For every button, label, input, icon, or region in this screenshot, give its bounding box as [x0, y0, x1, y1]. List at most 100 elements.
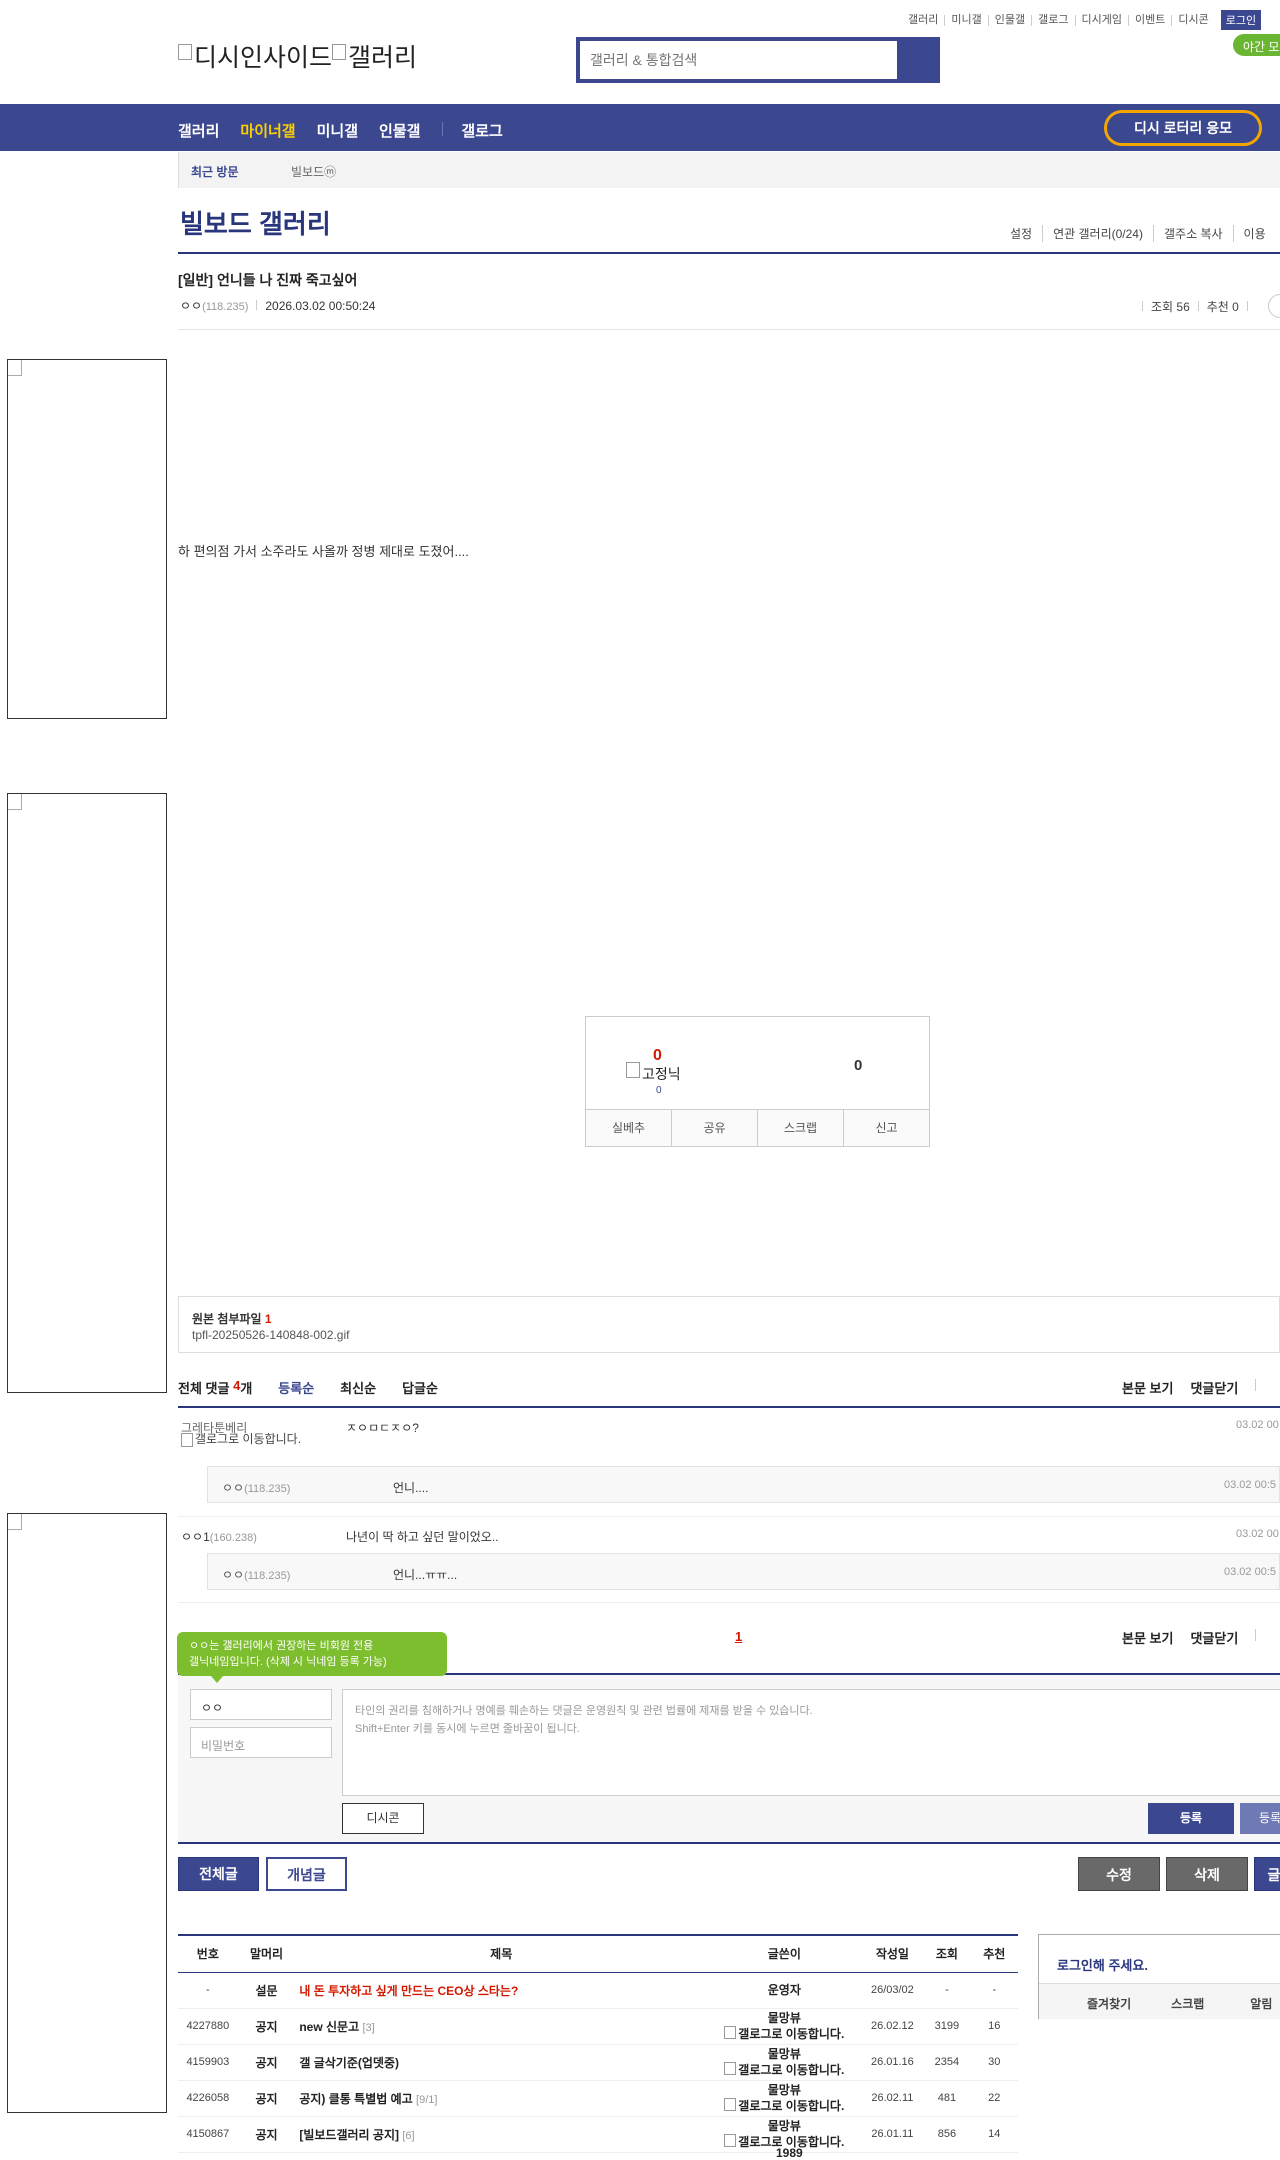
- recent-gallery-link[interactable]: 빌보드ⓜ: [291, 163, 336, 180]
- tab-concept-posts[interactable]: 개념글: [266, 1857, 347, 1891]
- side-ad-3[interactable]: [7, 1513, 167, 2113]
- gallery-usage[interactable]: 이용: [1232, 225, 1276, 242]
- dccon-button[interactable]: 디시콘: [342, 1803, 424, 1834]
- notice-link[interactable]: 알림: [1204, 1984, 1272, 2019]
- reply-nick: ㅇㅇ(118.235): [222, 1481, 291, 1495]
- row-writer[interactable]: 물망뷰 갤로그로 이동합니다.: [707, 2008, 862, 2045]
- copy-address[interactable]: 갤주소 복사: [1152, 225, 1233, 242]
- delete-button[interactable]: 삭제: [1166, 1857, 1248, 1891]
- best-recommend-button[interactable]: 실베추: [586, 1110, 671, 1146]
- write-button[interactable]: 글: [1254, 1857, 1280, 1891]
- util-gallery[interactable]: 갤러리: [902, 14, 944, 26]
- table-row[interactable]: 4226058 공지 공지) 클통 특별법 예고 [9/1] 물망뷰 갤로그로 이동합니…: [178, 2080, 1018, 2117]
- reply-item: ㅇㅇ(118.235) 언니.... 03.02 00:5: [207, 1466, 1280, 1503]
- row-title[interactable]: 갤 글삭기준(업뎃중): [295, 2044, 708, 2081]
- view-body-button[interactable]: 본문 보기: [1122, 1378, 1173, 1397]
- broken-image-icon: [181, 1433, 193, 1447]
- search-input[interactable]: [580, 41, 897, 79]
- close-comments-button[interactable]: 댓글닫기: [1190, 1378, 1238, 1397]
- scrap-button[interactable]: 스크랩: [757, 1110, 843, 1146]
- row-title[interactable]: 내 돈 투자하고 싶게 만드는 CEO상 스타는?: [295, 1972, 708, 2009]
- night-mode-toggle[interactable]: 야간 모: [1233, 34, 1280, 56]
- comment-page-1[interactable]: 1: [735, 1629, 742, 1644]
- submit-recommend-button[interactable]: 등록: [1240, 1803, 1280, 1834]
- util-game[interactable]: 디시게임: [1074, 14, 1128, 26]
- more-icon[interactable]: [1268, 294, 1280, 318]
- writer-nick[interactable]: ㅇㅇ: [180, 299, 202, 313]
- util-mini[interactable]: 미니갤: [944, 14, 987, 26]
- row-title[interactable]: 공지) 클통 특별법 예고 [9/1]: [295, 2080, 708, 2117]
- col-views: 조회: [923, 1934, 971, 1973]
- row-writer[interactable]: 물망뷰 갤로그로 이동합니다.: [707, 2080, 862, 2117]
- logo-gallery-alt: 갤러리: [348, 44, 418, 72]
- row-head: 공지: [237, 2008, 296, 2045]
- partial-writer: 1989: [776, 2146, 803, 2160]
- nav-mini[interactable]: 미니갤: [317, 120, 358, 141]
- recent-visit-label[interactable]: 최근 방문: [191, 163, 239, 180]
- view-body-button[interactable]: 본문 보기: [1122, 1628, 1173, 1647]
- password-field[interactable]: 비밀번호: [190, 1727, 332, 1758]
- util-person[interactable]: 인물갤: [987, 14, 1031, 26]
- util-dccon[interactable]: 디시콘: [1171, 14, 1214, 26]
- reply-text: 언니...ㅠㅠ...: [393, 1568, 458, 1582]
- side-ad-1[interactable]: [7, 359, 167, 719]
- util-gallog[interactable]: 갤로그: [1031, 14, 1074, 26]
- side-ad-2[interactable]: [7, 793, 167, 1393]
- login-prompt[interactable]: 로그인해 주세요.: [1057, 1955, 1148, 1974]
- sort-registered[interactable]: 등록순: [278, 1378, 314, 1397]
- gallery-title[interactable]: 빌보드 갤러리: [180, 204, 331, 241]
- login-button[interactable]: 로그인: [1220, 10, 1262, 30]
- row-recommend: 14: [970, 2116, 1018, 2153]
- reply-count: [9/1]: [416, 2093, 438, 2106]
- row-title[interactable]: [빌보드갤러리 공지] [6]: [295, 2116, 708, 2153]
- name-field[interactable]: ㅇㅇ: [190, 1689, 332, 1720]
- col-title: 제목: [295, 1934, 708, 1973]
- tab-all-posts[interactable]: 전체글: [178, 1857, 259, 1891]
- submit-button[interactable]: 등록: [1148, 1803, 1234, 1834]
- table-row[interactable]: 4227880 공지 new 신문고 [3] 물망뷰 갤로그로 이동합니다. 26.02.…: [178, 2008, 1018, 2045]
- close-comments-button[interactable]: 댓글닫기: [1190, 1628, 1238, 1647]
- gallog-link[interactable]: 갤로그로 이동합니다.: [707, 2025, 861, 2041]
- report-button[interactable]: 신고: [843, 1110, 929, 1146]
- row-writer[interactable]: 운영자: [707, 1972, 862, 2009]
- row-head: 공지: [237, 2080, 296, 2117]
- table-row[interactable]: 4150867 공지 [빌보드갤러리 공지] [6] 물망뷰 갤로그로 이동합니다. 26…: [178, 2116, 1018, 2153]
- scrap-link[interactable]: 스크랩: [1131, 1984, 1204, 2019]
- gallog-link[interactable]: 갤로그로 이동합니다.: [707, 2061, 861, 2077]
- comment-textarea[interactable]: 타인의 권리를 침해하거나 명예를 훼손하는 댓글은 운영원칙 및 관련 법률에…: [342, 1689, 1280, 1796]
- sort-latest[interactable]: 최신순: [340, 1378, 376, 1397]
- downvote-count[interactable]: 0: [854, 1057, 862, 1074]
- gallery-settings[interactable]: 설정: [1000, 225, 1042, 242]
- row-date: 26.02.12: [861, 2008, 924, 2045]
- util-event[interactable]: 이벤트: [1127, 14, 1171, 26]
- attachment-file[interactable]: tpfl-20250526-140848-002.gif: [192, 1328, 349, 1342]
- table-row[interactable]: 4159903 공지 갤 글삭기준(업뎃중) 물망뷰 갤로그로 이동합니다. 26.01…: [178, 2044, 1018, 2081]
- favorites-link[interactable]: 즐겨찾기: [1039, 1984, 1131, 2019]
- sort-replies[interactable]: 답글순: [402, 1378, 438, 1397]
- row-date: 26/03/02: [861, 1972, 924, 2009]
- nav-gallog[interactable]: 갤로그: [461, 120, 502, 141]
- upvote-count[interactable]: 0: [653, 1047, 662, 1065]
- share-button[interactable]: 공유: [671, 1110, 757, 1146]
- row-writer[interactable]: 물망뷰 갤로그로 이동합니다.: [707, 2044, 862, 2081]
- comment-nick: ㅇㅇ1(160.238): [181, 1530, 257, 1544]
- table-row[interactable]: - 설문 내 돈 투자하고 싶게 만드는 CEO상 스타는? 운영자 26/03/02…: [178, 1972, 1018, 2009]
- gallog-link[interactable]: 갤로그로 이동합니다.: [181, 1433, 313, 1447]
- nav-gallery[interactable]: 갤러리: [178, 120, 219, 141]
- lotto-button[interactable]: 디시 로터리 응모: [1104, 110, 1262, 146]
- comment-unit: 개: [240, 1381, 253, 1396]
- broken-image-icon: [8, 360, 22, 376]
- row-title[interactable]: new 신문고 [3]: [295, 2008, 708, 2045]
- comment-date: 03.02 00: [1236, 1419, 1279, 1431]
- col-date: 작성일: [861, 1934, 924, 1973]
- reply-nick: ㅇㅇ(118.235): [222, 1568, 291, 1582]
- nav-minor[interactable]: 마이너갤: [240, 120, 295, 141]
- attachment-box: 원본 첨부파일 1 tpfl-20250526-140848-002.gif: [178, 1296, 1280, 1353]
- edit-button[interactable]: 수정: [1078, 1857, 1160, 1891]
- nav-person[interactable]: 인물갤: [379, 120, 420, 141]
- logo-alt: 디시인사이드: [194, 44, 333, 72]
- site-logo[interactable]: 디시인사이드 갤러리: [178, 38, 417, 74]
- gallog-link[interactable]: 갤로그로 이동합니다.: [707, 2097, 861, 2113]
- post-writer: ㅇㅇ(118.235) 2026.03.02 00:50:24: [180, 297, 375, 314]
- related-galleries[interactable]: 연관 갤러리(0/24): [1042, 225, 1153, 242]
